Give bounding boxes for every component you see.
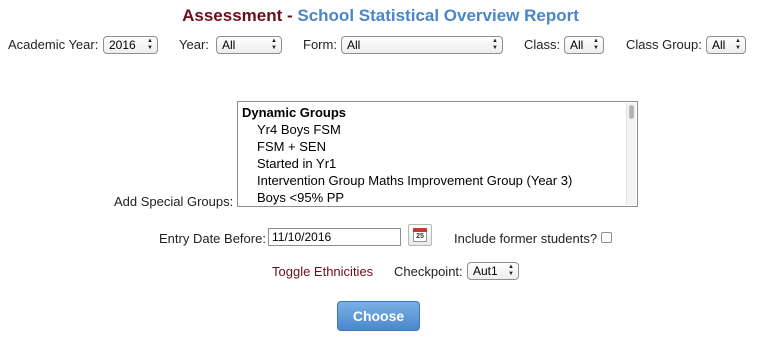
special-groups-label: Add Special Groups: [114,194,234,209]
list-item[interactable]: Started in Yr1 [257,156,336,171]
list-item[interactable]: Boys <95% PP [257,190,344,205]
class-group-select[interactable]: All ▲ ▼ [706,36,746,54]
class-group-value: All [712,38,726,52]
entry-date-input[interactable]: 11/10/2016 [268,228,401,246]
academic-year-label: Academic Year: [8,37,99,52]
list-item[interactable]: FSM + SEN [257,139,326,154]
updown-arrows-icon: ▲ ▼ [147,38,153,51]
former-students-checkbox[interactable] [601,232,612,243]
class-group-label: Class Group: [626,37,702,52]
class-select[interactable]: All ▲ ▼ [564,36,604,54]
list-item[interactable]: Intervention Group Maths Improvement Gro… [257,173,572,188]
listbox-scroll-thumb[interactable] [629,105,634,119]
year-label: Year: [179,37,209,52]
form-select[interactable]: All ▲ ▼ [341,36,503,54]
list-item[interactable]: Yr4 Boys FSM [257,122,341,137]
special-groups-listbox[interactable]: Dynamic Groups Yr4 Boys FSM FSM + SEN St… [237,101,638,207]
academic-year-select[interactable]: 2016 ▲ ▼ [103,36,158,54]
form-label: Form: [303,37,337,52]
updown-arrows-icon: ▲ ▼ [492,38,498,51]
year-select[interactable]: All ▲ ▼ [216,36,282,54]
page-title: Assessment - School Statistical Overview… [0,6,761,26]
checkpoint-value: Aut1 [473,264,498,278]
toggle-ethnicities-link[interactable]: Toggle Ethnicities [272,264,373,279]
academic-year-value: 2016 [109,38,136,52]
class-value: All [570,38,584,52]
calendar-icon-day: 25 [413,232,427,242]
year-value: All [222,38,236,52]
title-separator: - [282,6,298,25]
form-value: All [347,38,361,52]
calendar-icon[interactable]: 25 [408,224,432,246]
checkpoint-select[interactable]: Aut1 ▲ ▼ [467,262,519,280]
updown-arrows-icon: ▲ ▼ [593,38,599,51]
updown-arrows-icon: ▲ ▼ [735,38,741,51]
updown-arrows-icon: ▲ ▼ [271,38,277,51]
checkpoint-label: Checkpoint: [394,264,463,279]
title-assessment: Assessment [182,6,283,25]
updown-arrows-icon: ▲ ▼ [508,264,514,277]
class-label: Class: [524,37,561,52]
choose-button[interactable]: Choose [337,301,420,331]
former-students-label: Include former students? [454,231,598,246]
title-report-name: School Statistical Overview Report [297,6,579,25]
listbox-group-heading: Dynamic Groups [242,105,347,120]
entry-date-label: Entry Date Before: [159,231,266,246]
